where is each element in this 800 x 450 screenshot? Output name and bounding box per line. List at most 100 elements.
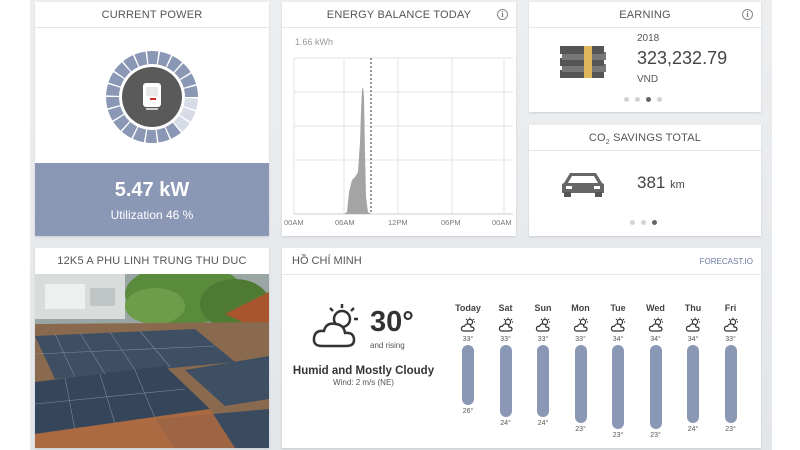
temperature-range-bar [574,345,587,423]
earning-card: EARNING i 2018 323,232.79 VND [529,2,761,112]
wind-text: Wind: 2 m/s (NE) [333,378,394,387]
partly-cloudy-day-icon [312,304,358,348]
temperature-range-bar [499,345,512,417]
forecast-low: 23° [612,432,624,439]
partly-cloudy-day-icon [715,317,747,333]
energy-chart [293,57,513,215]
forecast-day: Sun 33° 24° [527,303,559,427]
earning-currency: VND [637,74,659,85]
rooftop-solar-panels-photo [35,274,269,448]
ring-segment [106,84,121,96]
x-tick-label: 00AM [284,218,304,227]
forecast-day: Fri 33° 23° [715,303,747,433]
pagination-dot[interactable] [624,97,629,102]
weather-card: HỒ CHÍ MINH FORECAST.IO 30° and rising H… [282,248,761,448]
co2-distance: 381 km [637,173,685,192]
forecast-high: 34° [650,336,661,343]
x-tick-label: 06PM [441,218,461,227]
temperature-range-bar [612,345,624,429]
forecast-low: 23° [650,432,661,439]
weather-summary: Humid and Mostly Cloudy [292,365,435,377]
forecast-day: Today 33° 26° [452,303,484,415]
weather-location: HỒ CHÍ MINH [292,255,362,267]
site-title: 12K5 A PHU LINH TRUNG THU DUC [57,255,247,267]
co2-savings-card: CO2 SAVINGS TOTAL 381 km [529,125,761,236]
x-tick-label: 00AM [492,218,512,227]
forecast-low: 24° [537,420,549,427]
forecast-day-name: Tue [610,303,626,313]
current-power-title: CURRENT POWER [35,2,269,28]
site-card: 12K5 A PHU LINH TRUNG THU DUC [35,248,269,448]
pagination-dot[interactable] [646,97,651,102]
pagination-dot[interactable] [641,220,646,225]
temperature-range-bar [687,345,699,423]
ring-segment [106,97,121,109]
forecast-high: 34° [687,336,699,343]
earning-amount: 323,232.79 [637,48,728,68]
money-stack-icon [560,46,606,78]
partly-cloudy-day-icon [677,317,709,333]
partly-cloudy-day-icon [565,317,597,333]
forecast-low: 24° [687,426,699,433]
forecast-high: 33° [537,336,549,343]
forecast-day-name: Today [455,303,481,313]
utilization-text: Utilization 46 % [110,208,194,222]
forecast-high: 33° [462,336,474,343]
co2-savings-title: CO2 SAVINGS TOTAL [529,125,761,151]
forecast-day: Sat 33° 24° [490,303,522,427]
partly-cloudy-day-icon [452,317,484,333]
forecast-high: 33° [500,336,511,343]
forecast-high: 33° [575,336,586,343]
forecast-link[interactable]: FORECAST.IO [700,257,753,266]
forecast-day-name: Thu [684,303,702,313]
forecast-high: 34° [612,336,624,343]
forecast-day: Mon 33° 23° [565,303,597,433]
pagination-dot[interactable] [630,220,635,225]
ring-segment [147,51,159,65]
partly-cloudy-day-icon [490,317,522,333]
forecast-day: Tue 34° 23° [602,303,634,439]
energy-balance-card: ENERGY BALANCE TODAY i 1.66 kWh 00AM 06A… [282,2,516,236]
current-power-card: CURRENT POWER 5.47 kW Utilization 46 % [35,2,269,236]
left-margin [0,0,30,450]
pagination-dot[interactable] [652,220,657,225]
earning-year: 2018 [637,33,660,44]
inverter-icon [143,83,161,110]
x-tick-label: 06AM [335,218,355,227]
forecast-low: 23° [575,426,586,433]
co2-pagination[interactable] [630,220,657,225]
current-temperature: 30° [370,306,414,338]
energy-production-area [344,87,371,214]
info-icon[interactable]: i [742,9,753,20]
earning-pagination[interactable] [624,97,662,102]
temperature-range-bar [649,345,662,429]
forecast-low: 24° [500,420,511,427]
temperature-trend: and rising [370,341,405,350]
earning-title: EARNING [529,2,761,28]
forecast-day-name: Sat [498,303,513,313]
forecast-low: 23° [725,426,736,433]
car-icon [562,173,604,197]
temperature-range-bar [537,345,549,417]
power-value: 5.47 kW [114,179,190,201]
forecast-high: 33° [725,336,736,343]
pagination-dot[interactable] [635,97,640,102]
forecast-day-name: Sun [534,303,552,313]
forecast-low: 26° [462,408,474,415]
ring-segment [145,129,157,143]
inverter-badge [122,67,182,127]
power-summary-panel: 5.47 kW Utilization 46 % [35,163,269,236]
temperature-range-bar [462,345,474,405]
ring-segment [183,85,198,97]
partly-cloudy-day-icon [640,317,672,333]
forecast-day: Wed 34° 23° [640,303,672,439]
forecast-day-name: Mon [571,303,590,313]
forecast-day-name: Wed [646,303,665,313]
partly-cloudy-day-icon [527,317,559,333]
forecast-day: Thu 34° 24° [677,303,709,433]
pagination-dot[interactable] [657,97,662,102]
forecast-day-name: Fri [724,303,737,313]
x-tick-label: 12PM [388,218,408,227]
partly-cloudy-day-icon [602,317,634,333]
temperature-range-bar [724,345,737,423]
